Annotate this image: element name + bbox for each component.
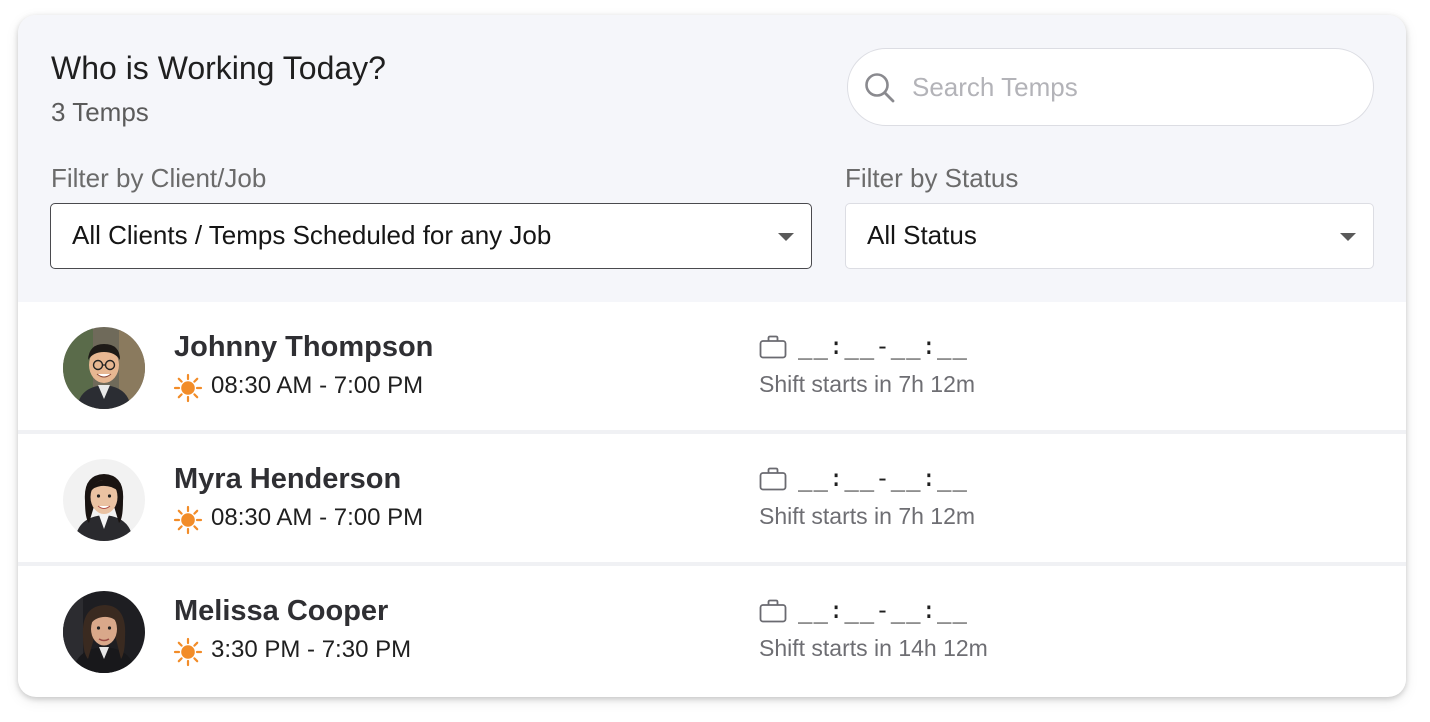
shift-starts-in: Shift starts in 14h 12m: [759, 635, 988, 661]
client-filter-select[interactable]: All Clients / Temps Scheduled for any Jo…: [50, 203, 812, 269]
shift-starts-in: Shift starts in 7h 12m: [759, 371, 976, 397]
card-header: Who is Working Today? 3 Temps Filter by …: [18, 15, 1406, 302]
briefcase-icon: [759, 335, 787, 359]
status-filter-select[interactable]: All Status: [845, 203, 1374, 269]
avatar: [63, 591, 145, 673]
status-filter-label: Filter by Status: [845, 163, 1019, 193]
temp-row-myra-henderson[interactable]: Myra Henderson 08:30 AM - 7:00 PM __:__-…: [18, 434, 1406, 562]
shift-hours-placeholder: __:__-__:__: [798, 464, 968, 492]
temp-name: Johnny Thompson: [174, 331, 434, 363]
briefcase-icon: [759, 599, 787, 623]
sun-icon: [173, 505, 203, 535]
who-is-working-card: Who is Working Today? 3 Temps Filter by …: [18, 15, 1406, 697]
shift-starts-in: Shift starts in 7h 12m: [759, 503, 976, 529]
search-input[interactable]: [912, 67, 1352, 107]
page-title: Who is Working Today?: [51, 50, 386, 86]
client-filter-value: All Clients / Temps Scheduled for any Jo…: [72, 220, 552, 250]
shift-hours-placeholder: __:__-__:__: [798, 596, 968, 624]
temp-name: Melissa Cooper: [174, 595, 389, 627]
shift-time: 08:30 AM - 7:00 PM: [211, 504, 424, 531]
chevron-down-icon: [1340, 233, 1356, 241]
temp-name: Myra Henderson: [174, 463, 402, 495]
chevron-down-icon: [778, 233, 794, 241]
temp-row-johnny-thompson[interactable]: Johnny Thompson 08:30 AM - 7:00 PM __:__…: [18, 302, 1406, 430]
briefcase-icon: [759, 467, 787, 491]
sun-icon: [173, 373, 203, 403]
sun-icon: [173, 637, 203, 667]
avatar: [63, 327, 145, 409]
status-filter-value: All Status: [867, 220, 977, 250]
shift-hours-placeholder: __:__-__:__: [798, 332, 968, 360]
temp-row-melissa-cooper[interactable]: Melissa Cooper 3:30 PM - 7:30 PM __:__-_…: [18, 566, 1406, 694]
search-icon: [865, 73, 895, 103]
shift-time: 08:30 AM - 7:00 PM: [211, 372, 424, 399]
avatar: [63, 459, 145, 541]
shift-time: 3:30 PM - 7:30 PM: [211, 636, 412, 663]
search-box[interactable]: [847, 48, 1374, 126]
temps-count: 3 Temps: [51, 97, 149, 127]
client-filter-label: Filter by Client/Job: [51, 163, 267, 193]
